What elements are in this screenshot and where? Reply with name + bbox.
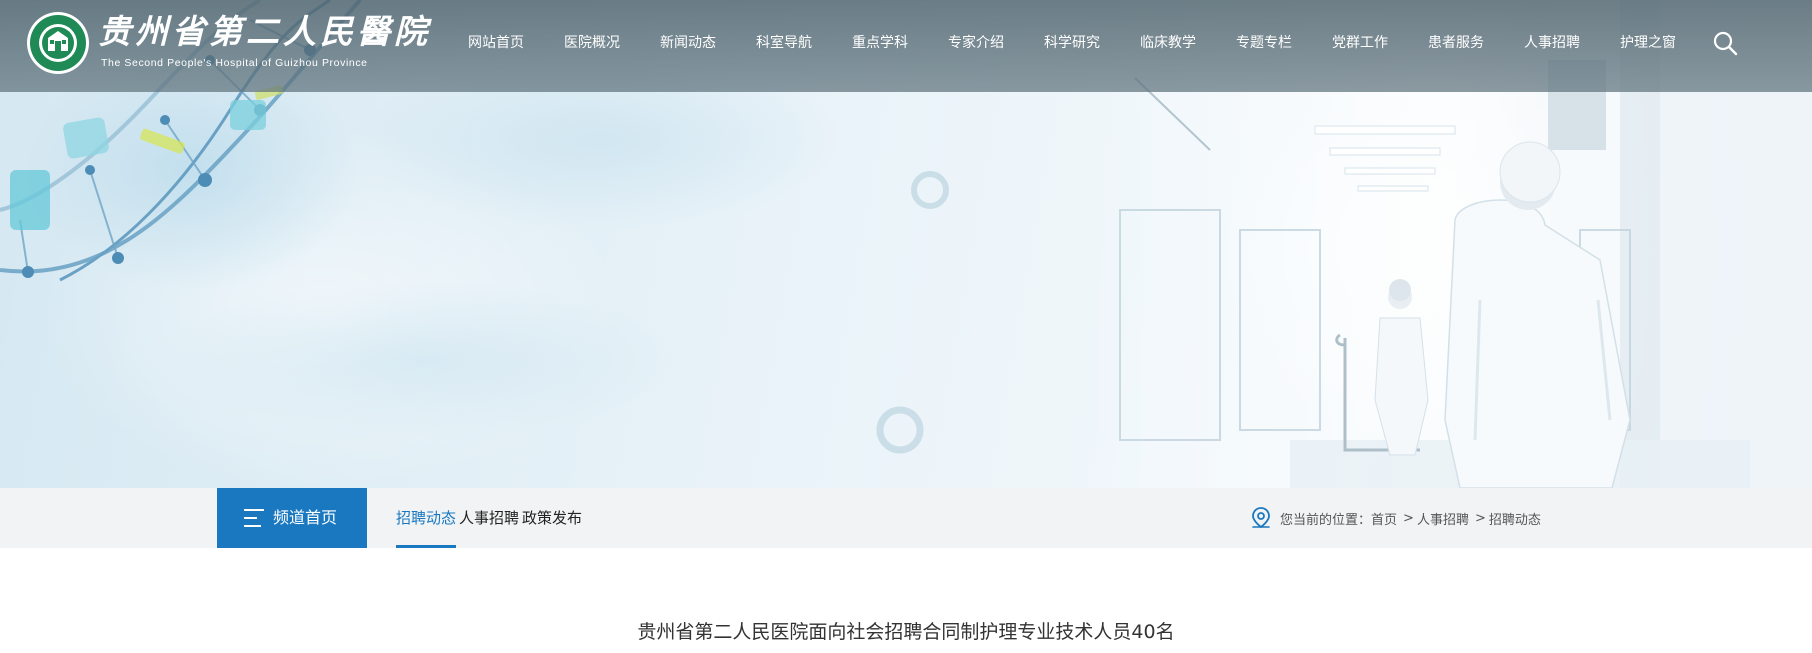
nav-item-party-work[interactable]: 党群工作: [1312, 28, 1408, 58]
nav-item-news[interactable]: 新闻动态: [640, 28, 736, 58]
hospital-name-cn: 贵州省第二人民醫院: [98, 12, 431, 51]
tab-policy-release[interactable]: 政策发布: [522, 488, 582, 548]
breadcrumb-personnel-recruitment[interactable]: 人事招聘: [1417, 509, 1469, 528]
breadcrumb-separator: >: [1474, 510, 1486, 526]
breadcrumb-home[interactable]: 首页: [1371, 509, 1397, 528]
breadcrumb-prefix: 您当前的位置：: [1280, 512, 1372, 528]
main-nav: 网站首页 医院概况 新闻动态 科室导航 重点学科 专家介绍 科学研究 临床教学 …: [448, 28, 1696, 58]
site-header: 贵州省第二人民醫院 The Second People's Hospital o…: [0, 0, 1812, 92]
nav-item-nursing[interactable]: 护理之窗: [1600, 28, 1696, 58]
nav-item-overview[interactable]: 医院概况: [544, 28, 640, 58]
search-icon[interactable]: [1712, 30, 1738, 56]
nav-item-special-topics[interactable]: 专题专栏: [1216, 28, 1312, 58]
breadcrumb-recruitment-news[interactable]: 招聘动态: [1489, 509, 1541, 528]
channel-home-label: 频道首页: [273, 508, 338, 527]
tab-recruitment-news[interactable]: 招聘动态: [396, 488, 457, 548]
nav-item-research[interactable]: 科学研究: [1024, 28, 1120, 58]
location-pin-icon: [1252, 507, 1270, 529]
nav-item-experts[interactable]: 专家介绍: [928, 28, 1024, 58]
hospital-name-en: The Second People's Hospital of Guizhou …: [101, 57, 368, 69]
breadcrumb: 您当前的位置： 首页 > 人事招聘 > 招聘动态: [1250, 505, 1541, 531]
nav-item-home[interactable]: 网站首页: [448, 28, 544, 58]
nav-item-recruitment[interactable]: 人事招聘: [1504, 28, 1600, 58]
nav-item-patient-services[interactable]: 患者服务: [1408, 28, 1504, 58]
tab-personnel-recruitment[interactable]: 人事招聘: [459, 488, 519, 548]
channel-tabs: 招聘动态 人事招聘 政策发布: [396, 488, 585, 548]
menu-icon: [244, 509, 264, 527]
channel-home-button[interactable]: 频道首页: [217, 488, 367, 548]
article-title: 贵州省第二人民医院面向社会招聘合同制护理专业技术人员40名: [637, 621, 1175, 643]
nav-item-teaching[interactable]: 临床教学: [1120, 28, 1216, 58]
breadcrumb-separator: >: [1403, 510, 1414, 526]
hospital-logo-icon[interactable]: [26, 11, 90, 75]
nav-item-departments[interactable]: 科室导航: [736, 28, 832, 58]
nav-item-key-disciplines[interactable]: 重点学科: [832, 28, 928, 58]
